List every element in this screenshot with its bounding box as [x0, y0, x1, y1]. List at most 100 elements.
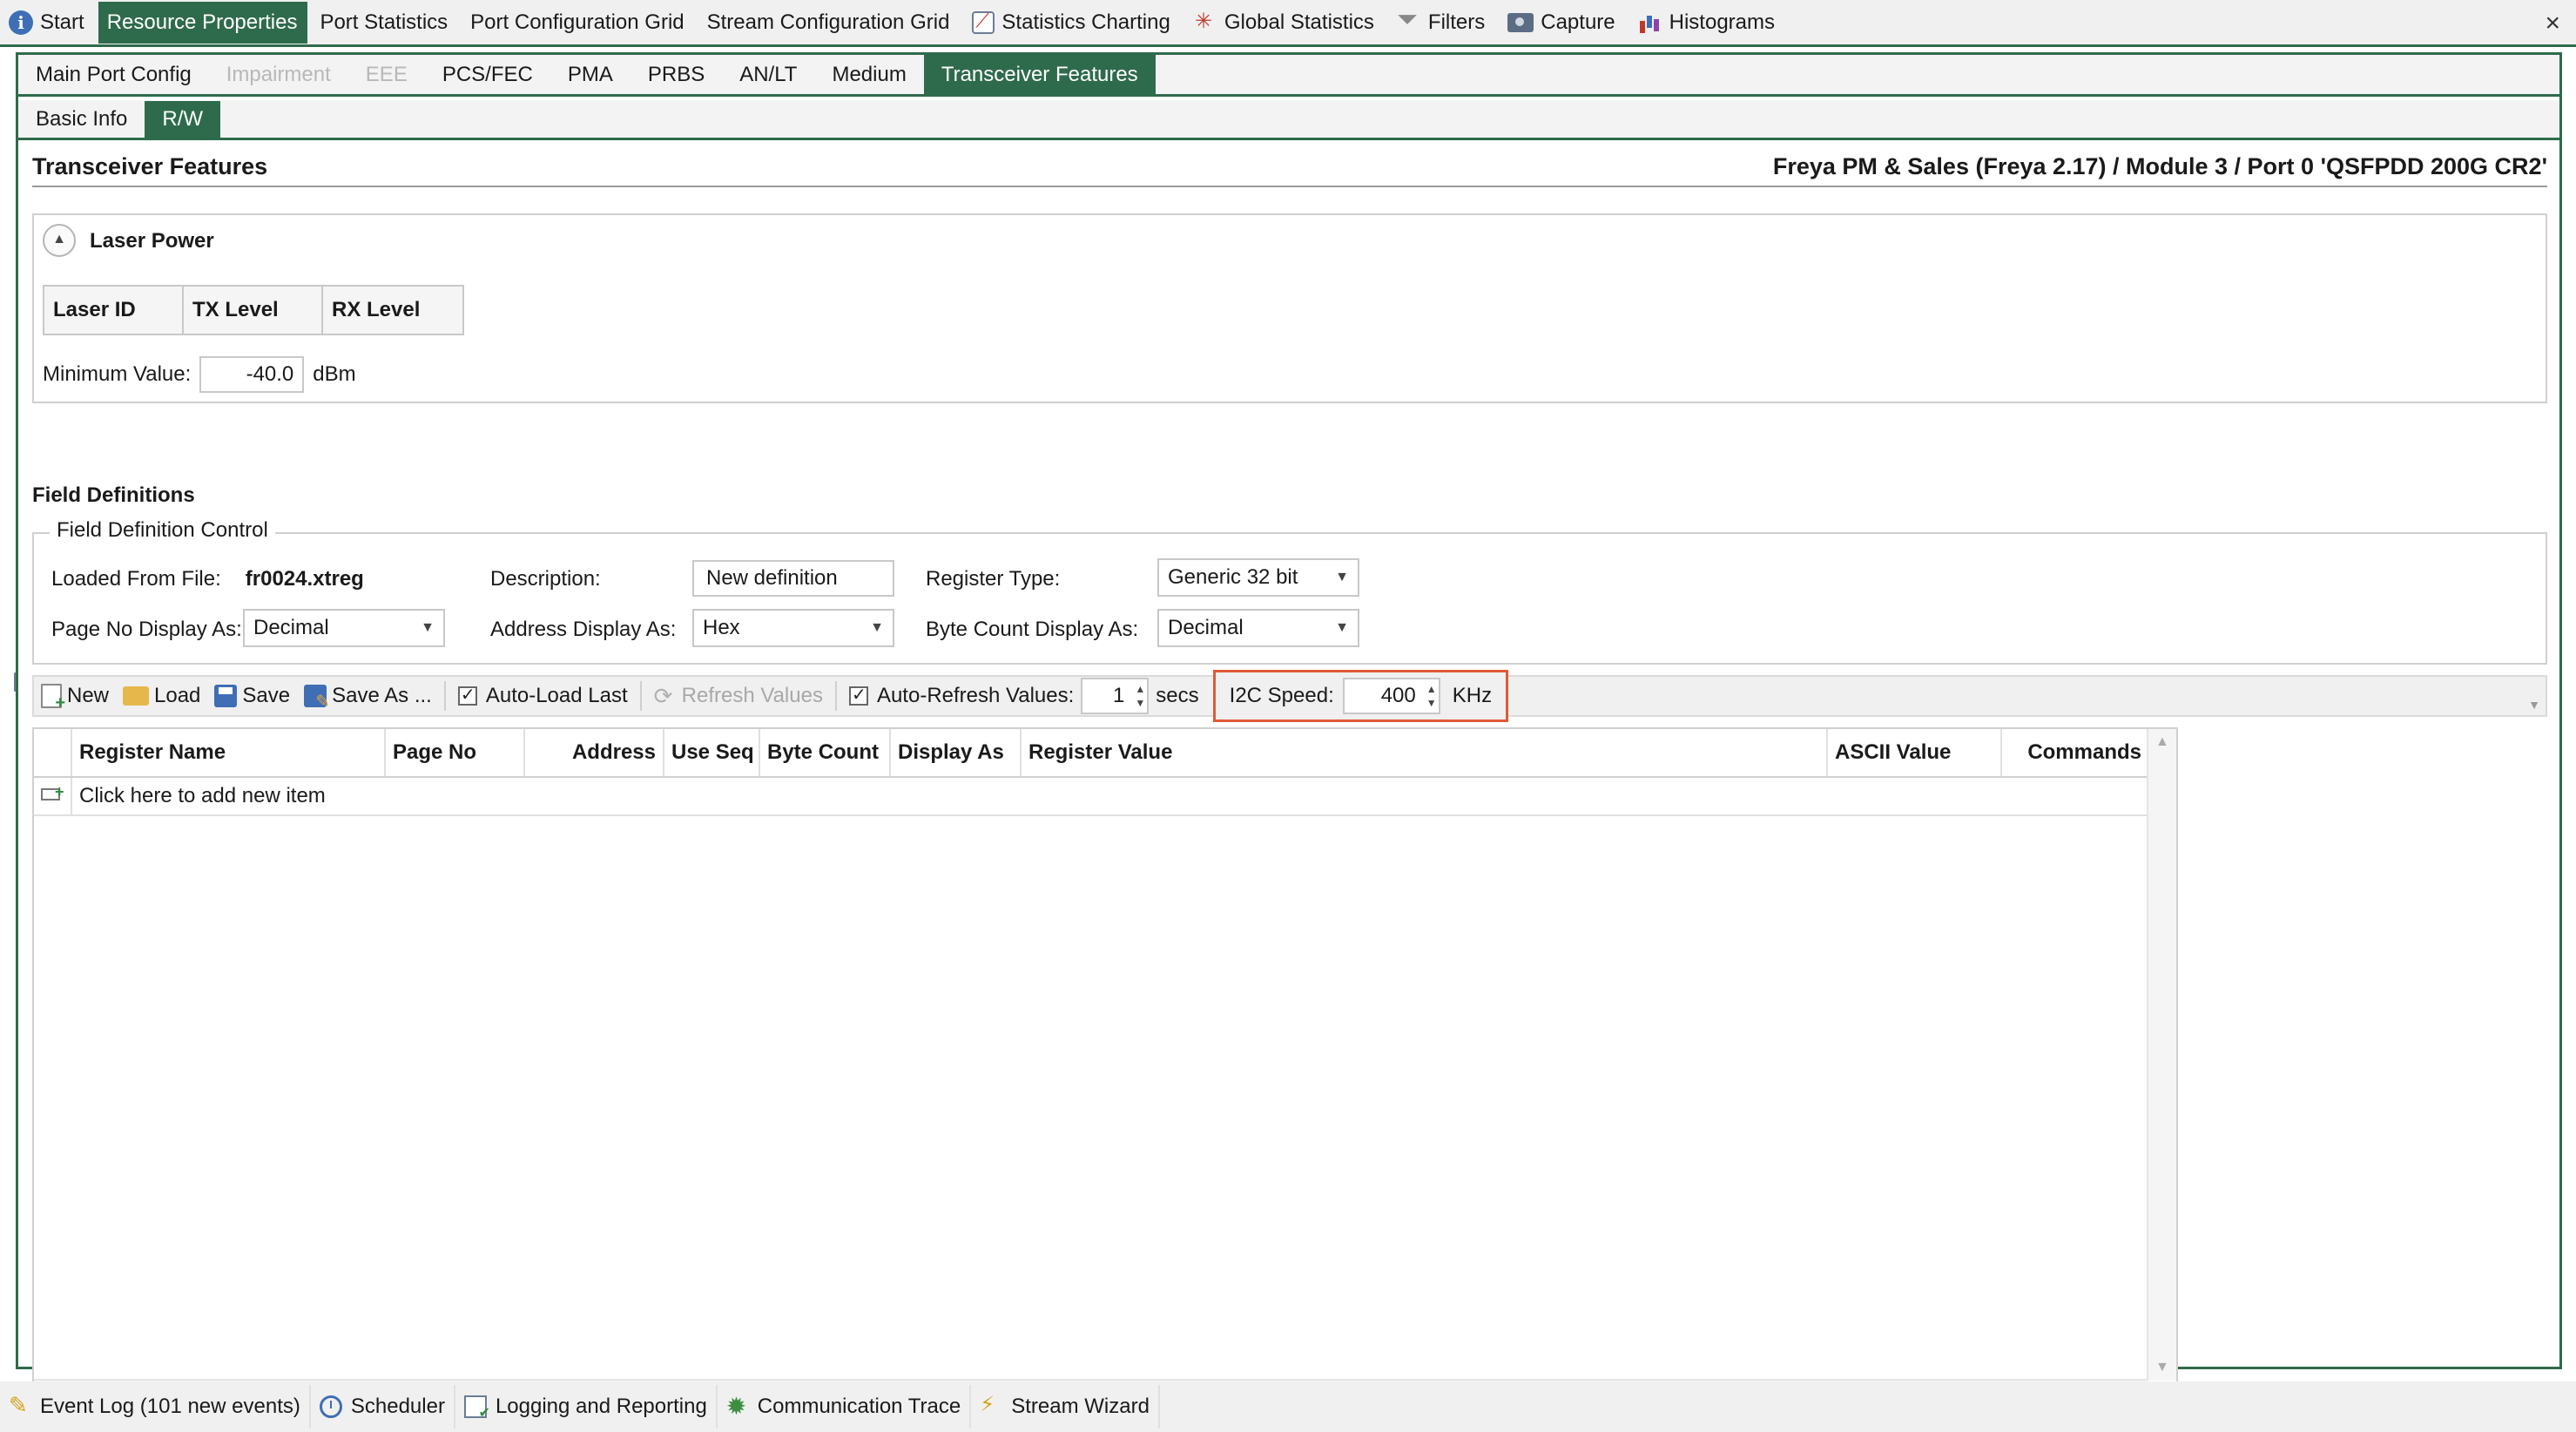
secs-label: secs: [1156, 684, 1199, 707]
tab-eee: EEE: [365, 63, 408, 86]
histogram-icon: [1638, 10, 1662, 35]
filter-icon: [1397, 5, 1421, 35]
page-header: Transceiver Features Freya PM & Sales (F…: [32, 152, 2547, 187]
i2c-speed-stepper[interactable]: 400 ▲ ▼: [1342, 678, 1440, 714]
new-label: New: [67, 684, 110, 707]
camera-icon: [1507, 12, 1534, 32]
add-new-item-row[interactable]: Click here to add new item: [34, 778, 2148, 816]
stepper-arrows-icon[interactable]: ▲ ▼: [1133, 682, 1147, 710]
scroll-up-icon[interactable]: ▲: [2155, 734, 2169, 750]
tab-resource-properties[interactable]: Resource Properties: [14, 1, 308, 692]
tab-label: Global Statistics: [1224, 10, 1374, 34]
save-icon: [214, 685, 238, 707]
byte-count-label: Byte Count Display As:: [926, 618, 1139, 641]
refresh-icon: ⟳: [653, 683, 673, 709]
refresh-values-button[interactable]: ⟳ Refresh Values: [647, 684, 830, 708]
refresh-interval-stepper[interactable]: 1 ▲ ▼: [1081, 678, 1150, 714]
row-selector-header: [34, 729, 72, 776]
minimum-value-unit: dBm: [313, 362, 356, 386]
tab-an-lt[interactable]: AN/LT: [722, 55, 814, 94]
chevron-down-icon: ▼: [1335, 620, 1349, 635]
address-select[interactable]: Hex ▼: [692, 609, 894, 647]
register-type-select[interactable]: Generic 32 bit ▼: [1157, 558, 1359, 597]
page-no-select[interactable]: Decimal ▼: [243, 609, 445, 647]
stepper-arrows-icon[interactable]: ▲ ▼: [1425, 682, 1439, 710]
column-header-address[interactable]: Address: [525, 729, 664, 776]
tab-scheduler[interactable]: Scheduler: [311, 1385, 455, 1429]
tab-port-statistics[interactable]: Port Statistics: [14, 2, 458, 692]
column-header-display-as[interactable]: Display As: [891, 729, 1022, 776]
column-header-page-no[interactable]: Page No: [386, 729, 525, 776]
scroll-down-icon[interactable]: ▼: [2155, 1360, 2169, 1375]
vertical-scrollbar[interactable]: ▲ ▼: [2147, 729, 2176, 1381]
auto-load-last-checkbox[interactable]: Auto-Load Last: [451, 684, 635, 708]
tab-prbs[interactable]: PRBS: [631, 55, 722, 94]
tab-main-port-config[interactable]: Main Port Config: [18, 55, 209, 94]
tab-basic-info[interactable]: Basic Info: [18, 101, 145, 138]
tab-statistics-charting[interactable]: Statistics Charting: [963, 2, 1180, 44]
collapse-icon[interactable]: ▲: [43, 224, 76, 257]
tab-medium[interactable]: Medium: [814, 55, 923, 94]
close-icon[interactable]: ×: [2545, 9, 2560, 38]
save-label: Save: [242, 684, 291, 707]
description-label: Description:: [490, 567, 601, 591]
column-header-register-name[interactable]: Register Name: [72, 729, 386, 776]
column-header-laser-id[interactable]: Laser ID: [44, 287, 184, 334]
tab-label: Capture: [1541, 10, 1615, 34]
tab-label: Start: [40, 10, 84, 34]
tab-histograms[interactable]: Histograms: [1629, 2, 1785, 44]
column-header-rx-level[interactable]: RX Level: [323, 287, 462, 334]
tab-stream-configuration-grid[interactable]: Stream Configuration Grid: [14, 2, 961, 692]
address-label: Address Display As:: [490, 618, 677, 641]
tab-event-log[interactable]: Event Log (101 new events): [0, 1385, 311, 1429]
column-header-use-seq[interactable]: Use Seq: [664, 729, 760, 776]
description-text: New definition: [706, 566, 838, 590]
tab-label: Resource Properties: [106, 10, 298, 34]
description-input[interactable]: New definition: [692, 560, 894, 597]
tab-filters[interactable]: Filters: [1388, 2, 1495, 44]
load-button[interactable]: Load: [116, 684, 207, 708]
column-header-byte-count[interactable]: Byte Count: [760, 729, 891, 776]
laser-power-title: Laser Power: [90, 229, 214, 253]
column-header-register-value[interactable]: Register Value: [1022, 729, 1828, 776]
laser-power-group: ▲ Laser Power Laser ID TX Level RX Level…: [32, 213, 2547, 403]
page-no-label: Page No Display As:: [51, 618, 242, 641]
save-as-button[interactable]: Save As ...: [297, 684, 439, 713]
add-new-item-label: Click here to add new item: [79, 784, 326, 807]
tab-transceiver-features[interactable]: Transceiver Features: [923, 55, 1156, 94]
tab-label: Histograms: [1669, 10, 1775, 34]
tab-stream-wizard[interactable]: Stream Wizard: [971, 1385, 1160, 1429]
new-button[interactable]: New: [34, 684, 116, 713]
minimum-value-input[interactable]: -40.0: [199, 356, 305, 393]
toolbar-overflow-icon[interactable]: ▼: [2528, 698, 2540, 712]
field-definition-control-group: Field Definition Control Loaded From Fil…: [32, 518, 2547, 665]
tab-pma[interactable]: PMA: [550, 55, 631, 94]
column-header-ascii-value[interactable]: ASCII Value: [1828, 729, 2002, 776]
tab-label: Port Configuration Grid: [470, 10, 684, 34]
save-button[interactable]: Save: [207, 684, 297, 708]
column-header-tx-level[interactable]: TX Level: [184, 287, 323, 334]
tab-global-statistics[interactable]: Global Statistics: [1184, 2, 1385, 44]
tab-label: Filters: [1427, 10, 1486, 34]
toolbar-separator: [639, 681, 642, 711]
refresh-values-label: Refresh Values: [681, 684, 823, 707]
refresh-interval-value: 1: [1112, 684, 1125, 707]
auto-refresh-values-label: Auto-Refresh Values:: [876, 684, 1075, 707]
tab-capture[interactable]: Capture: [1499, 2, 1625, 44]
field-definition-control-legend: Field Definition Control: [50, 518, 275, 543]
chevron-down-icon: ▼: [1335, 570, 1349, 584]
tab-pcs-fec[interactable]: PCS/FEC: [425, 55, 550, 94]
laser-power-table: Laser ID TX Level RX Level: [43, 285, 464, 335]
tab-logging-and-reporting[interactable]: Logging and Reporting: [455, 1385, 718, 1429]
tab-rw[interactable]: R/W: [145, 101, 221, 138]
tab-communication-trace[interactable]: Communication Trace: [718, 1385, 972, 1429]
tab-label: Logging and Reporting: [495, 1395, 707, 1418]
column-header-commands[interactable]: Commands: [2002, 729, 2148, 776]
byte-count-select[interactable]: Decimal ▼: [1157, 609, 1359, 647]
tab-port-configuration-grid[interactable]: Port Configuration Grid: [14, 2, 694, 692]
tab-start[interactable]: i Start: [0, 2, 95, 44]
auto-refresh-values-checkbox[interactable]: Auto-Refresh Values:: [842, 684, 1081, 708]
tab-impairment: Impairment: [226, 63, 331, 86]
gear-icon: [726, 1392, 749, 1421]
resource-properties-panel: Main Port Config Impairment EEE PCS/FEC …: [16, 52, 2562, 1410]
